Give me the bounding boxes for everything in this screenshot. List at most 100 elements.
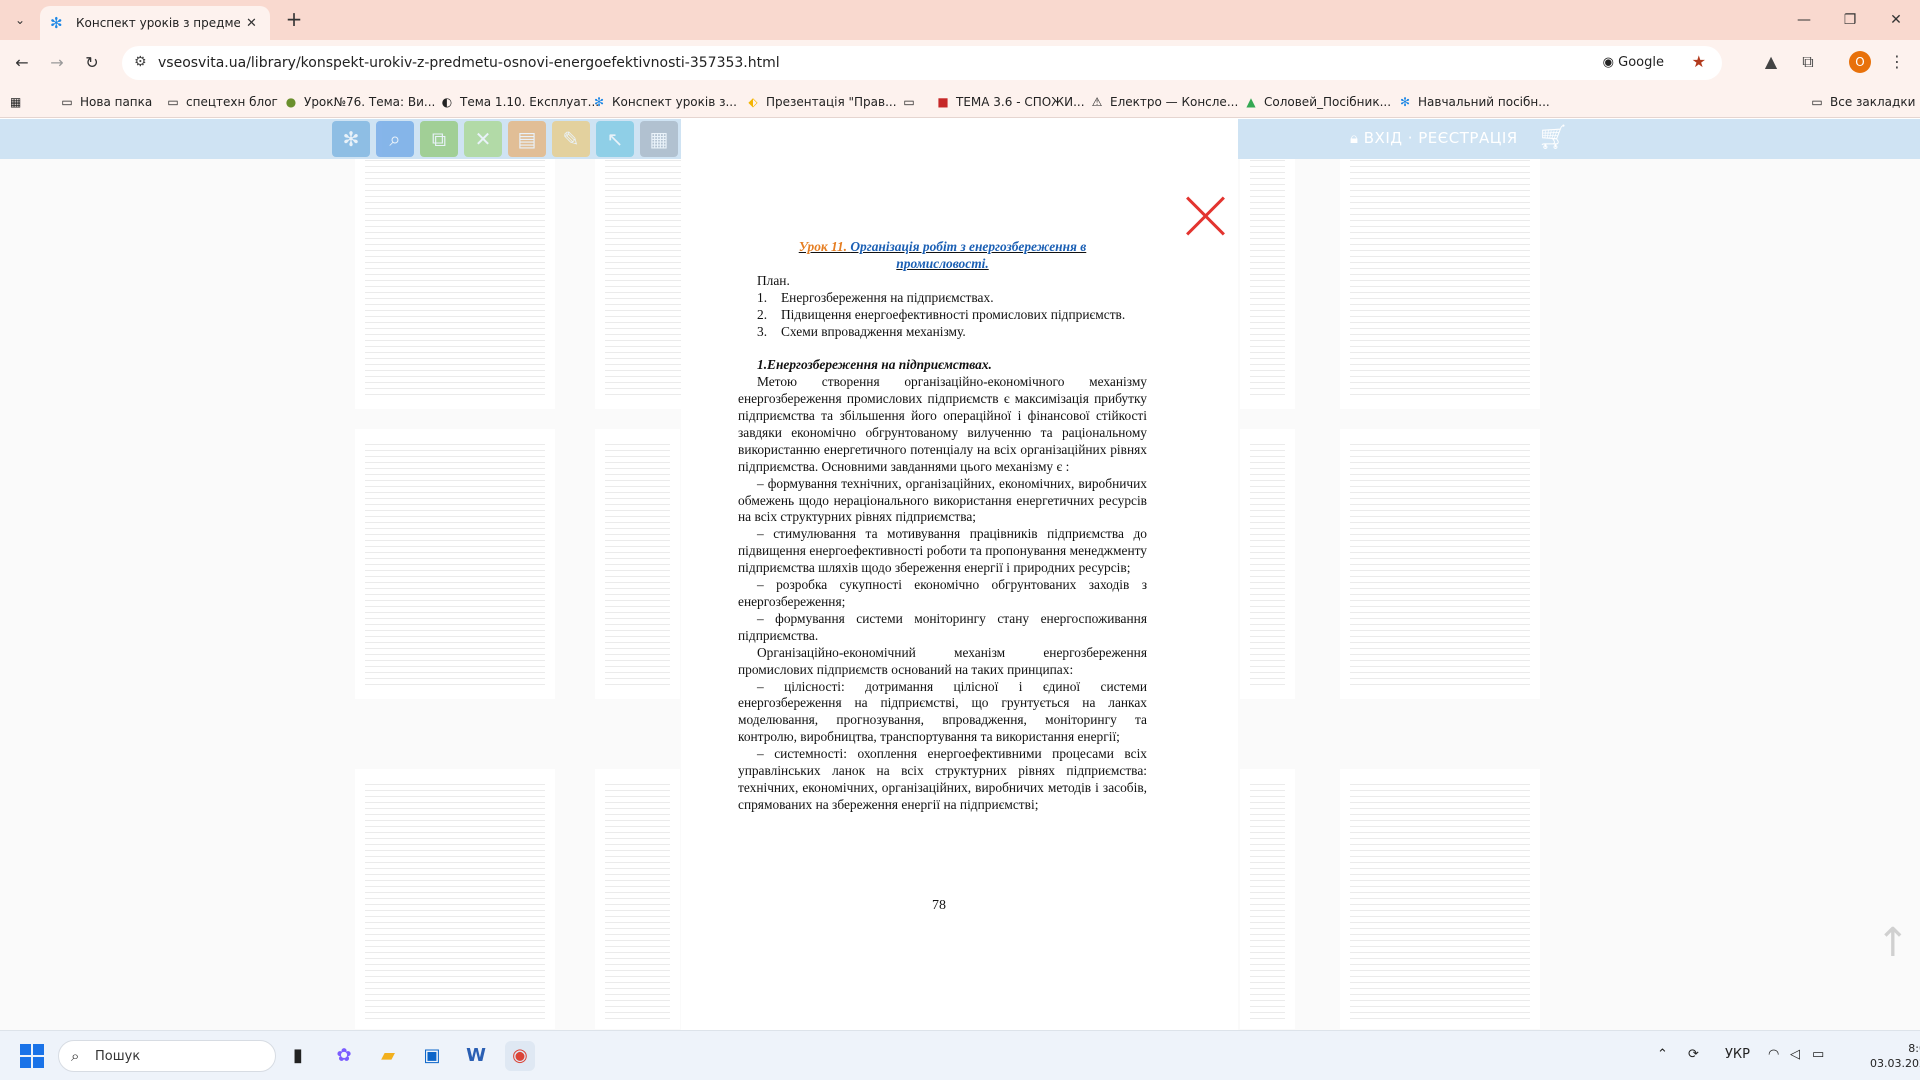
bookmark-label: Конспект уроків з... <box>612 95 737 109</box>
qr-icon[interactable]: ▦ <box>640 121 678 157</box>
courses-icon[interactable]: ▤ <box>508 121 546 157</box>
reload-icon[interactable]: ↻ <box>80 51 104 75</box>
close-preview-icon[interactable] <box>1180 190 1230 240</box>
background-page-thumbnail <box>1240 139 1295 409</box>
paragraph: – системності: охоплення енергоефективни… <box>738 746 1147 812</box>
taskbar-search-placeholder: Пошук <box>95 1049 141 1064</box>
folder-icon: ▭ <box>167 95 179 109</box>
background-page-thumbnail <box>355 429 555 699</box>
sync-icon[interactable]: ⟳ <box>1688 1047 1699 1062</box>
background-page-thumbnail <box>355 769 555 1029</box>
background-page-thumbnail <box>1340 429 1540 699</box>
site-info-icon[interactable]: ⚙ <box>134 54 147 70</box>
restore-button[interactable]: ❐ <box>1832 6 1868 34</box>
vseosvita-icon: ✻ <box>1399 95 1411 109</box>
pencil-icon[interactable]: ✎ <box>552 121 590 157</box>
tab-title: Конспект уроків з предмету "О <box>76 16 240 30</box>
plan-label: План. <box>757 272 790 288</box>
bookmark-label: Нова папка <box>80 95 153 109</box>
plan-item-text: Підвищення енергоефективності промислови… <box>781 306 1126 322</box>
lens-icon: ◉ <box>1602 55 1619 70</box>
tests-icon[interactable]: ⧉ <box>420 121 458 157</box>
new-tab-button[interactable]: + <box>282 8 306 32</box>
wifi-icon[interactable]: ◠ <box>1768 1047 1779 1062</box>
profile-avatar[interactable]: O <box>1849 51 1871 73</box>
background-page-thumbnail <box>1340 139 1540 409</box>
bookmark-item[interactable]: ▭ спецтехн блог <box>166 92 278 112</box>
copilot-icon[interactable]: ✿ <box>329 1041 359 1071</box>
bookmark-item[interactable]: ▭ <box>902 92 922 112</box>
bookmark-label: Тема 1.10. Експлуат... <box>460 95 600 109</box>
battery-icon[interactable]: ▭ <box>1812 1047 1824 1062</box>
chrome-icon[interactable]: ◉ <box>505 1041 535 1071</box>
all-bookmarks[interactable]: ▭ Все закладки <box>1810 92 1915 112</box>
word-icon[interactable]: W <box>461 1041 491 1071</box>
store-icon[interactable]: ▣ <box>417 1041 447 1071</box>
file-explorer-icon[interactable]: ▰ <box>373 1041 403 1071</box>
address-bar[interactable]: ⚙ vseosvita.ua/library/konspekt-urokiv-z… <box>122 46 1722 80</box>
bookmark-item[interactable]: ▲ Соловей_Посібник... <box>1244 92 1391 112</box>
extensions-puzzle-icon[interactable]: ⧉ <box>1797 52 1819 74</box>
close-window-button[interactable]: ✕ <box>1878 6 1914 34</box>
apps-grid-icon[interactable]: ▦ <box>10 92 21 112</box>
site-icon: ⬖ <box>748 95 758 109</box>
plan-item-number: 2. <box>757 306 768 322</box>
back-icon[interactable]: ← <box>10 51 34 75</box>
lock-icon: 🔒︎ <box>1350 129 1364 147</box>
plan-item-text: Енергозбереження на підприємствах. <box>781 289 994 305</box>
tab-search-button[interactable]: ⌄ <box>8 8 32 32</box>
bookmark-item[interactable]: ✻ Навчальний посібн... <box>1398 92 1550 112</box>
cart-icon[interactable]: 🛒︎ <box>1538 123 1568 151</box>
bookmark-star-icon[interactable]: ★ <box>1692 52 1706 71</box>
task-view-icon[interactable]: ▮ <box>283 1041 313 1071</box>
bookmark-item[interactable]: ⚠ Електро — Консле... <box>1090 92 1239 112</box>
minimize-button[interactable]: — <box>1786 6 1822 34</box>
forward-icon[interactable]: → <box>45 51 69 75</box>
bookmark-item[interactable]: ✻ Конспект уроків з... <box>592 92 737 112</box>
plan-item: 3. Схеми впровадження механізму. <box>738 324 1147 341</box>
windows-start-icon[interactable] <box>20 1044 44 1068</box>
bookmark-item[interactable]: ⬖ Презентація "Прав... <box>746 92 897 112</box>
menu-kebab-icon[interactable]: ⋮ <box>1886 52 1908 74</box>
paragraph: – формування технічних, організаційних, … <box>738 475 1147 525</box>
google-search-chip[interactable]: ◉ Google <box>1597 52 1670 74</box>
extension-icon[interactable]: ▲ <box>1760 52 1782 74</box>
bookmark-label: Презентація "Прав... <box>766 95 897 109</box>
background-page-thumbnail <box>595 429 680 699</box>
paragraph: – цілісності: дотримання цілісної і єдин… <box>738 678 1147 745</box>
plan-item: 2. Підвищення енергоефективності промисло… <box>738 307 1147 324</box>
taskbar-search[interactable]: ⌕ Пошук <box>58 1040 276 1072</box>
document-body: Урок 11. Організація робіт з енергозбере… <box>738 239 1147 814</box>
vseosvita-logo-icon[interactable]: ✻ <box>332 121 370 157</box>
paragraph: – формування системи моніторингу стану е… <box>738 610 1147 643</box>
bookmark-item[interactable]: ▭ Нова папка <box>60 92 152 112</box>
section-heading: 1.Енергозбереження на підприємствах. <box>757 357 992 373</box>
bookmark-label: спецтехн блог <box>186 95 278 109</box>
clock-time: 8:08 <box>1908 1042 1920 1055</box>
google-chip-label: Google <box>1618 55 1664 70</box>
tray-chevron-icon[interactable]: ⌃ <box>1657 1047 1668 1062</box>
bookmark-item[interactable]: ● Урок№76. Тема: Ви... <box>284 92 436 112</box>
bookmark-item[interactable]: ■ ТЕМА 3.6 - СПОЖИ... <box>936 92 1084 112</box>
paragraph: Організаційно-економічний механізм енерг… <box>738 644 1147 677</box>
site-icon: ● <box>285 95 297 109</box>
scroll-to-top-icon[interactable]: ↑ <box>1876 920 1910 966</box>
library-icon[interactable]: ⌕ <box>376 121 414 157</box>
folder-icon: ▭ <box>903 95 915 109</box>
language-indicator[interactable]: УКР <box>1725 1047 1750 1062</box>
site-icon: ◐ <box>441 95 453 109</box>
plan-item-number: 1. <box>757 289 768 305</box>
drive-icon: ▲ <box>1246 95 1256 109</box>
close-tab-icon[interactable]: ✕ <box>246 16 257 31</box>
tools-icon[interactable]: ✕ <box>464 121 502 157</box>
system-clock[interactable]: 8:08 03.03.2026 <box>1870 1041 1920 1071</box>
paragraph: Метою створення організаційно-економічно… <box>738 374 1147 474</box>
volume-icon[interactable]: ◁ <box>1790 1047 1800 1062</box>
page-number: 78 <box>932 898 946 913</box>
background-page-thumbnail <box>595 769 680 1029</box>
pointer-icon[interactable]: ↖ <box>596 121 634 157</box>
bookmark-item[interactable]: ◐ Тема 1.10. Експлуат... <box>440 92 599 112</box>
url-text[interactable]: vseosvita.ua/library/konspekt-urokiv-z-p… <box>158 55 780 71</box>
active-tab[interactable]: ✻ Конспект уроків з предмету "О ✕ <box>40 6 270 40</box>
login-register-link[interactable]: 🔒︎ ВХІД · РЕЄСТРАЦІЯ <box>1350 129 1518 147</box>
